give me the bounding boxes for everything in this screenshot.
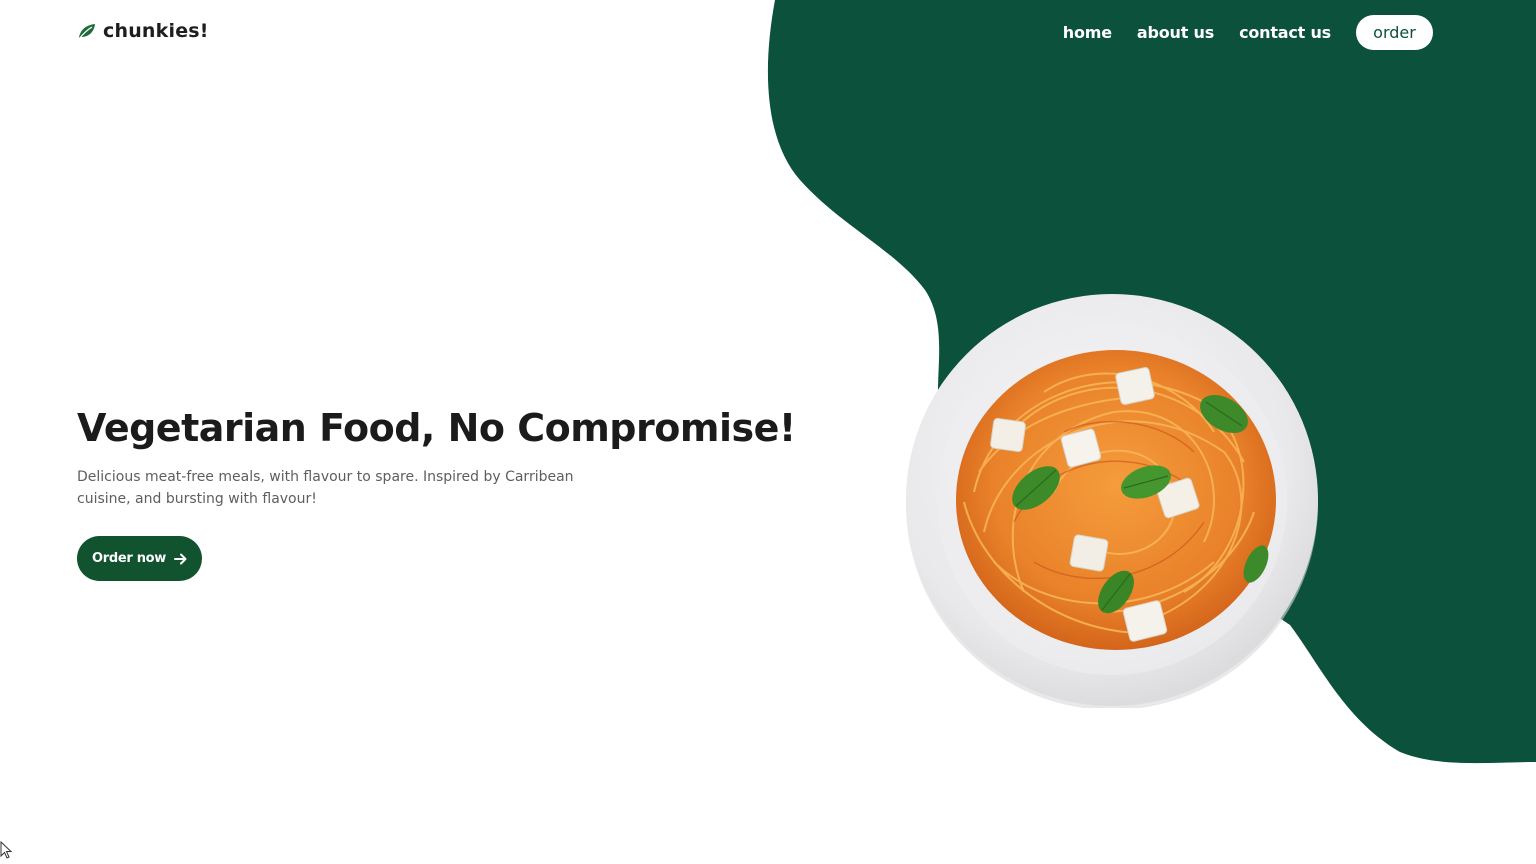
main-nav: home about us contact us order [1063,15,1433,50]
hero-title: Vegetarian Food, No Compromise! [77,406,796,450]
mouse-cursor-icon [0,840,13,863]
landing-page: chunkies! home about us contact us order… [0,0,1536,864]
nav-link-about-us[interactable]: about us [1137,23,1214,42]
arrow-right-icon [174,553,187,565]
leaf-icon [77,21,97,41]
brand-logo[interactable]: chunkies! [77,20,209,42]
order-now-label: Order now [91,551,167,566]
order-now-button[interactable]: Order now [77,536,202,581]
nav-link-contact-us[interactable]: contact us [1239,23,1331,42]
hero-section: Vegetarian Food, No Compromise! Deliciou… [77,402,796,581]
hero-description: Delicious meat-free meals, with flavour … [77,469,574,507]
nav-order-button[interactable]: order [1356,15,1433,50]
spaghetti-plate-image [904,292,1320,708]
nav-link-home[interactable]: home [1063,23,1112,42]
brand-name: chunkies! [103,20,209,42]
